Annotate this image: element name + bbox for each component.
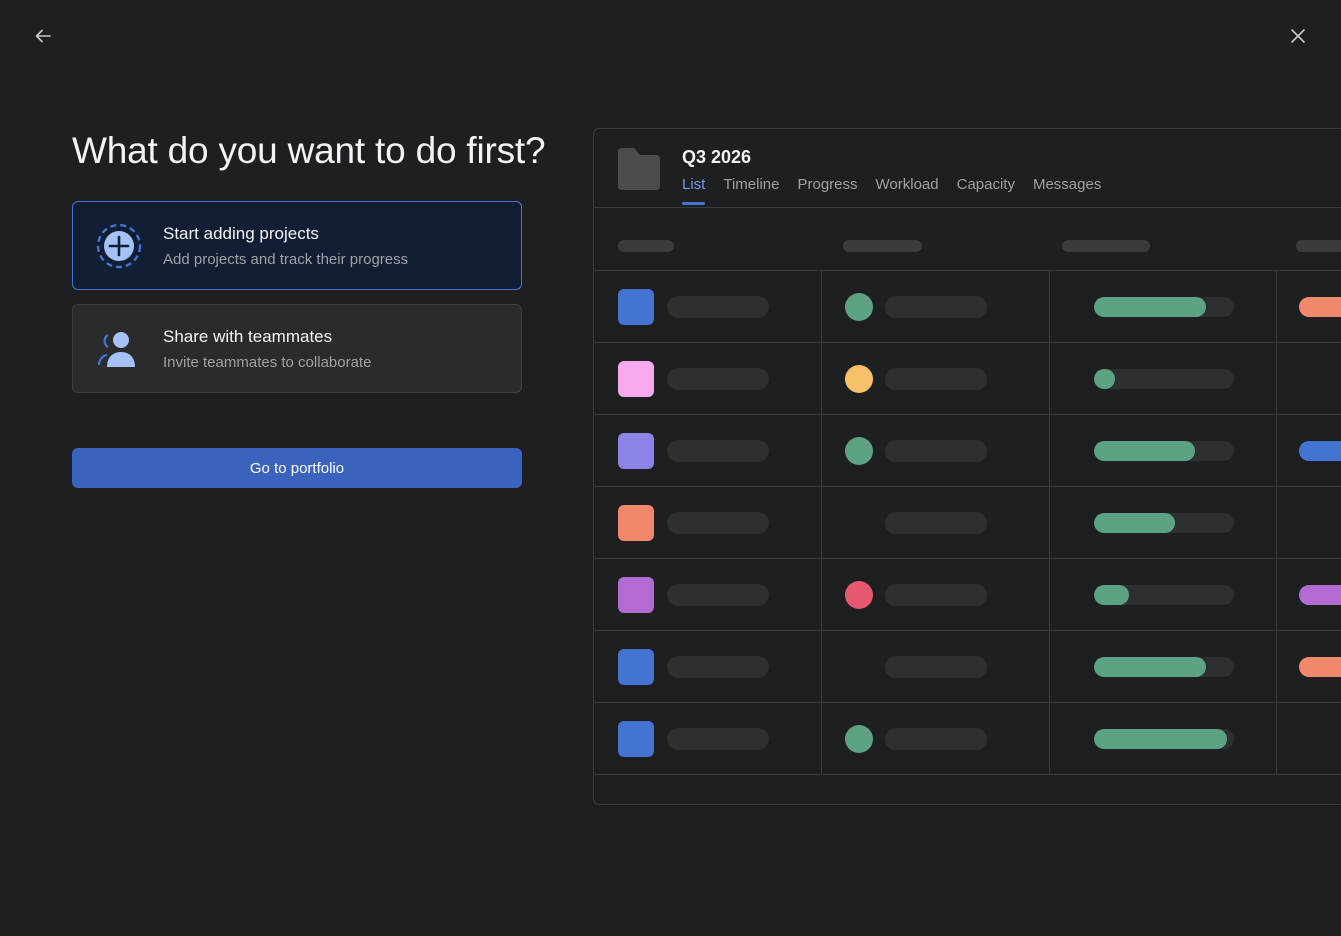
project-color-swatch <box>618 505 654 541</box>
project-name-placeholder <box>667 440 769 462</box>
table-row <box>594 487 1341 559</box>
teammates-icon <box>97 331 135 367</box>
progress-bar <box>1094 297 1234 317</box>
status-dot <box>845 581 873 609</box>
progress-fill <box>1094 657 1206 677</box>
status-text-placeholder <box>885 368 987 390</box>
option-subtitle: Add projects and track their progress <box>163 250 409 268</box>
onboarding-page: What do you want to do first? Start addi… <box>0 0 1341 936</box>
project-color-swatch <box>618 721 654 757</box>
project-name-placeholder <box>667 584 769 606</box>
tab-list[interactable]: List <box>682 176 706 205</box>
progress-bar <box>1094 585 1234 605</box>
option-start-adding-projects[interactable]: Start adding projects Add projects and t… <box>72 201 522 290</box>
status-dot <box>845 293 873 321</box>
project-color-swatch <box>618 577 654 613</box>
back-button[interactable] <box>29 22 57 50</box>
progress-bar <box>1094 513 1234 533</box>
tab-timeline[interactable]: Timeline <box>723 176 779 205</box>
folder-icon <box>618 148 660 190</box>
progress-fill <box>1094 513 1176 533</box>
tag-pill <box>1299 585 1341 605</box>
project-color-swatch <box>618 433 654 469</box>
status-text-placeholder <box>885 440 987 462</box>
tab-workload[interactable]: Workload <box>876 176 939 205</box>
project-name: Q3 2026 <box>682 147 752 167</box>
status-dot <box>845 725 873 753</box>
progress-bar <box>1094 657 1234 677</box>
go-to-portfolio-button[interactable]: Go to portfolio <box>72 448 522 488</box>
column-header <box>843 240 922 252</box>
project-name-placeholder <box>667 512 769 534</box>
tab-messages[interactable]: Messages <box>1033 176 1101 205</box>
column-header <box>1062 240 1150 252</box>
project-color-swatch <box>618 361 654 397</box>
close-button[interactable] <box>1284 22 1312 50</box>
table-row <box>594 559 1341 631</box>
status-text-placeholder <box>885 656 987 678</box>
table-row <box>594 271 1341 343</box>
progress-fill <box>1094 441 1195 461</box>
project-name-placeholder <box>667 656 769 678</box>
progress-bar <box>1094 729 1234 749</box>
table-row <box>594 343 1341 415</box>
progress-bar <box>1094 369 1234 389</box>
project-color-swatch <box>618 649 654 685</box>
progress-fill <box>1094 729 1227 749</box>
status-dot <box>845 437 873 465</box>
tag-pill <box>1299 441 1341 461</box>
table-row <box>594 415 1341 487</box>
tag-pill <box>1299 297 1341 317</box>
option-subtitle: Invite teammates to collaborate <box>163 353 372 371</box>
preview-tabs: List Timeline Progress Workload Capacity Mess… <box>682 176 1119 205</box>
option-title: Start adding projects <box>163 223 319 243</box>
project-rows <box>594 271 1341 775</box>
column-header <box>618 240 674 252</box>
project-name-placeholder <box>667 728 769 750</box>
progress-fill <box>1094 585 1129 605</box>
column-header <box>1296 240 1341 252</box>
page-title: What do you want to do first? <box>72 130 546 171</box>
project-name-placeholder <box>667 296 769 318</box>
progress-bar <box>1094 441 1234 461</box>
tag-pill <box>1299 657 1341 677</box>
arrow-left-icon <box>35 29 51 43</box>
status-text-placeholder <box>885 296 987 318</box>
option-title: Share with teammates <box>163 326 333 346</box>
project-name-placeholder <box>667 368 769 390</box>
plus-circle-icon <box>96 223 142 268</box>
column-header-row <box>594 209 1341 271</box>
status-text-placeholder <box>885 584 987 606</box>
status-text-placeholder <box>885 728 987 750</box>
close-icon <box>1291 29 1305 43</box>
tab-capacity[interactable]: Capacity <box>957 176 1015 205</box>
preview-header: Q3 2026 List Timeline Progress Workload Capa… <box>594 129 1341 208</box>
status-text-placeholder <box>885 512 987 534</box>
option-share-with-teammates[interactable]: Share with teammates Invite teammates to… <box>72 304 522 393</box>
table-row <box>594 703 1341 775</box>
tab-progress[interactable]: Progress <box>797 176 857 205</box>
portfolio-preview: Q3 2026 List Timeline Progress Workload Capa… <box>593 128 1341 805</box>
progress-fill <box>1094 369 1115 389</box>
table-row <box>594 631 1341 703</box>
progress-fill <box>1094 297 1206 317</box>
status-dot <box>845 365 873 393</box>
project-color-swatch <box>618 289 654 325</box>
